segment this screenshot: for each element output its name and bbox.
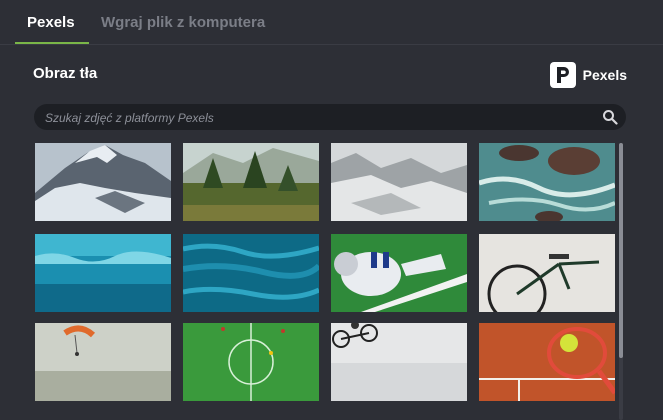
provider-name: Pexels — [582, 67, 627, 83]
image-thumbnail-paraglider[interactable] — [35, 323, 171, 401]
pexels-logo-icon — [549, 62, 576, 88]
image-thumbnail-tennis[interactable] — [479, 323, 615, 401]
image-thumbnail-underwater[interactable] — [35, 234, 171, 312]
active-tab-indicator — [15, 42, 89, 44]
image-thumbnail-cyclist[interactable] — [331, 323, 467, 401]
scrollbar-thumb[interactable] — [619, 143, 623, 358]
search-bar — [34, 104, 626, 132]
search-input[interactable] — [43, 104, 597, 132]
image-thumbnail-snowy-mountain[interactable] — [35, 143, 171, 221]
image-thumbnail-bicycle[interactable] — [479, 234, 615, 312]
image-thumbnail-ocean-rocks[interactable] — [479, 143, 615, 221]
search-icon[interactable] — [602, 109, 618, 125]
image-thumbnail-forest-valley[interactable] — [183, 143, 319, 221]
scrollbar-track[interactable] — [619, 143, 623, 420]
tab-pexels[interactable]: Pexels — [27, 14, 75, 31]
image-thumbnail-soccer-field[interactable] — [183, 323, 319, 401]
image-thumbnail-snowy-ridge[interactable] — [331, 143, 467, 221]
image-thumbnail-sea-surface[interactable] — [183, 234, 319, 312]
section-title: Obraz tła — [33, 65, 98, 82]
tab-upload-from-computer[interactable]: Wgraj plik z komputera — [101, 14, 265, 31]
image-grid — [35, 143, 615, 420]
tab-bar: Pexels Wgraj plik z komputera — [0, 0, 663, 45]
provider-badge: Pexels — [549, 62, 627, 88]
image-thumbnail-football-player[interactable] — [331, 234, 467, 312]
